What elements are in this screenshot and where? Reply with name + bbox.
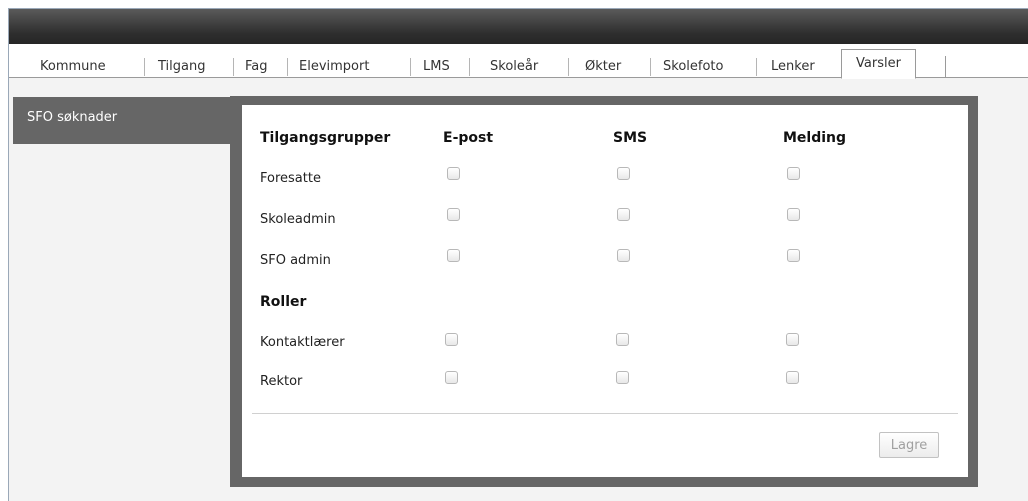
checkbox-skoleadmin-email[interactable] (447, 208, 460, 221)
tab-kommune[interactable]: Kommune (40, 56, 106, 78)
column-header-message: Melding (783, 130, 847, 146)
row-label-rektor: Rektor (260, 374, 303, 389)
column-header-sms: SMS (613, 130, 648, 146)
checkbox-sfo-admin-sms[interactable] (617, 249, 630, 262)
checkbox-kontaktlaerer-email[interactable] (445, 333, 458, 346)
checkbox-rektor-sms[interactable] (616, 371, 629, 384)
row-label-sfo-admin: SFO admin (260, 253, 331, 268)
checkbox-kontaktlaerer-message[interactable] (786, 333, 799, 346)
tab-separator (650, 58, 651, 76)
sidebar-item-sfo-soknader[interactable]: SFO søknader (13, 97, 245, 144)
tab-skolear[interactable]: Skoleår (490, 56, 538, 78)
tab-bar: Kommune Tilgang Fag Elevimport LMS Skole… (9, 44, 1028, 79)
tab-lenker[interactable]: Lenker (771, 56, 815, 78)
tab-lms[interactable]: LMS (423, 56, 450, 78)
checkbox-foresatte-sms[interactable] (617, 167, 630, 180)
tab-fag[interactable]: Fag (245, 56, 268, 78)
tab-skolefoto[interactable]: Skolefoto (663, 56, 723, 78)
form-divider (252, 413, 958, 414)
tab-separator (410, 58, 411, 76)
save-button[interactable]: Lagre (879, 432, 939, 458)
top-bar (9, 9, 1028, 44)
checkbox-skoleadmin-sms[interactable] (617, 208, 630, 221)
checkbox-foresatte-email[interactable] (447, 167, 460, 180)
row-label-kontaktlaerer: Kontaktlærer (260, 335, 345, 350)
checkbox-foresatte-message[interactable] (787, 167, 800, 180)
notification-settings-form: Tilgangsgrupper E-post SMS Melding Fores… (242, 105, 968, 477)
tab-okter[interactable]: Økter (585, 56, 621, 78)
tab-varsler[interactable]: Varsler (841, 49, 916, 79)
tab-separator (144, 58, 145, 76)
roles-heading: Roller (260, 294, 307, 310)
checkbox-rektor-email[interactable] (445, 371, 458, 384)
column-header-group: Tilgangsgrupper (260, 130, 391, 146)
row-label-skoleadmin: Skoleadmin (260, 212, 336, 227)
checkbox-sfo-admin-message[interactable] (787, 249, 800, 262)
checkbox-kontaktlaerer-sms[interactable] (616, 333, 629, 346)
tab-separator (469, 58, 470, 76)
tab-separator (287, 58, 288, 76)
checkbox-skoleadmin-message[interactable] (787, 208, 800, 221)
tab-tilgang[interactable]: Tilgang (158, 56, 205, 78)
tab-elevimport[interactable]: Elevimport (299, 56, 369, 78)
tab-separator (945, 56, 946, 78)
checkbox-sfo-admin-email[interactable] (447, 249, 460, 262)
column-header-email: E-post (443, 130, 494, 146)
tab-separator (756, 58, 757, 76)
checkbox-rektor-message[interactable] (786, 371, 799, 384)
tab-separator (568, 58, 569, 76)
settings-panel: Tilgangsgrupper E-post SMS Melding Fores… (230, 96, 978, 487)
tab-separator (233, 58, 234, 76)
row-label-foresatte: Foresatte (260, 171, 321, 186)
